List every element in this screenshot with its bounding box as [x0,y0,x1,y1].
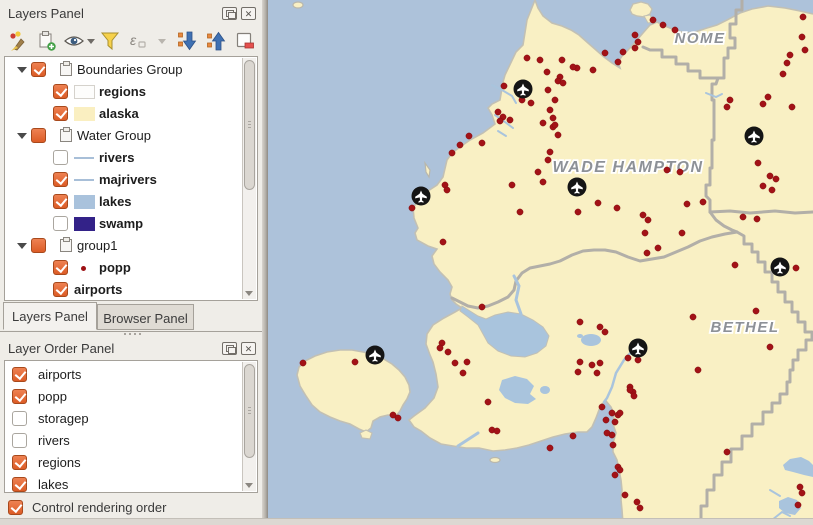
tree-scrollbar[interactable] [242,58,256,299]
point-symbol [81,266,86,271]
layer-swatch [74,107,95,121]
airport-icon [771,258,790,277]
layer-checkbox[interactable] [12,477,27,492]
svg-text:ε: ε [130,32,137,48]
filter-legend-icon[interactable] [96,29,125,53]
layer-checkbox[interactable] [53,216,68,231]
airport-icon [412,187,431,206]
order-scrollbar[interactable] [242,362,256,491]
layer-order-list: airports popp storagep rivers regions la… [4,360,258,493]
airport-icon [568,178,587,197]
tree-item-swamp[interactable]: swamp [5,213,242,235]
layer-checkbox[interactable] [53,172,68,187]
remove-layer-icon[interactable] [231,29,258,53]
order-item-lakes[interactable]: lakes [5,474,242,496]
expander-icon[interactable] [17,243,27,249]
order-scrollbar-thumb[interactable] [244,364,255,458]
order-item-popp[interactable]: popp [5,386,242,408]
collapse-all-icon[interactable] [202,29,232,53]
expand-all-icon[interactable] [172,29,202,53]
layers-panel-window-buttons: ✕ [222,7,256,20]
close-panel-icon[interactable]: ✕ [241,7,256,20]
islet [293,2,303,8]
float-panel-icon[interactable] [222,7,237,20]
tree-item-water-group[interactable]: Water Group [5,125,242,147]
tree-item-majrivers[interactable]: majrivers [5,169,242,191]
add-group-icon[interactable] [33,29,62,53]
layers-panel-title: Layers Panel [8,6,84,21]
tree-item-group1[interactable]: group1 [5,235,242,257]
tree-item-airports[interactable]: airports [5,279,242,301]
tree-item-alaska[interactable]: alaska [5,103,242,125]
tree-item-boundaries-group[interactable]: Boundaries Group [5,59,242,81]
layer-order-window-buttons: ✕ [222,342,256,355]
style-manager-icon[interactable] [6,29,33,53]
layer-checkbox[interactable] [53,106,68,121]
layers-toolbar: ε [6,28,258,54]
expander-icon[interactable] [17,133,27,139]
map-canvas[interactable]: NOME WADE HAMPTON BETHEL [268,0,813,524]
layer-checkbox[interactable] [12,411,27,426]
layer-checkbox[interactable] [53,84,68,99]
layer-tree: Boundaries Group regions alaska Water Gr… [4,56,258,301]
layer-checkbox[interactable] [53,260,68,275]
group-icon [60,129,72,142]
group-icon [60,239,72,252]
layer-checkbox[interactable] [31,238,46,253]
layer-order-panel-title: Layer Order Panel [8,341,114,356]
map-label-nome: NOME [675,30,726,47]
layer-checkbox[interactable] [53,194,68,209]
map-label-bethel: BETHEL [711,319,780,336]
order-item-airports[interactable]: airports [5,364,242,386]
layer-checkbox[interactable] [12,455,27,470]
control-rendering-order-row[interactable]: Control rendering order [0,497,262,519]
layer-swatch [74,195,95,209]
layer-checkbox[interactable] [12,367,27,382]
airport-icon [366,346,385,365]
layer-checkbox[interactable] [53,282,68,297]
dock-tabs: Layers Panel Browser Panel [0,302,262,332]
control-rendering-checkbox[interactable] [8,500,23,515]
tree-scrollbar-thumb[interactable] [244,60,255,190]
scroll-down-icon[interactable] [245,291,253,296]
line-symbol [74,157,94,159]
expression-filter-dropdown-icon[interactable] [149,29,172,53]
float-panel-icon[interactable] [222,342,237,355]
tree-item-popp[interactable]: popp [5,257,242,279]
order-item-regions[interactable]: regions [5,452,242,474]
close-panel-icon[interactable]: ✕ [241,342,256,355]
left-dock: Layers Panel ✕ [0,0,262,524]
airport-icon [514,80,533,99]
airport-icon [629,339,648,358]
layer-swatch [74,85,95,99]
expander-icon[interactable] [17,67,27,73]
layer-checkbox[interactable] [53,150,68,165]
tab-layers-panel[interactable]: Layers Panel [3,302,97,330]
order-item-storagep[interactable]: storagep [5,408,242,430]
scroll-down-icon[interactable] [245,483,253,488]
dock-splitter-handle[interactable] [124,333,141,335]
tree-item-regions[interactable]: regions [5,81,242,103]
manage-visibility-icon[interactable] [61,29,95,53]
layer-swatch [74,217,95,231]
islet [490,458,500,463]
layer-checkbox[interactable] [12,433,27,448]
layer-checkbox[interactable] [31,128,46,143]
tree-item-lakes[interactable]: lakes [5,191,242,213]
expression-filter-icon[interactable]: ε [124,29,149,53]
layer-checkbox[interactable] [12,389,27,404]
line-symbol [74,179,94,181]
tab-browser-panel[interactable]: Browser Panel [97,304,194,330]
airport-icon [745,127,764,146]
layer-checkbox[interactable] [31,62,46,77]
order-item-rivers[interactable]: rivers [5,430,242,452]
tree-item-rivers[interactable]: rivers [5,147,242,169]
group-icon [60,63,72,76]
